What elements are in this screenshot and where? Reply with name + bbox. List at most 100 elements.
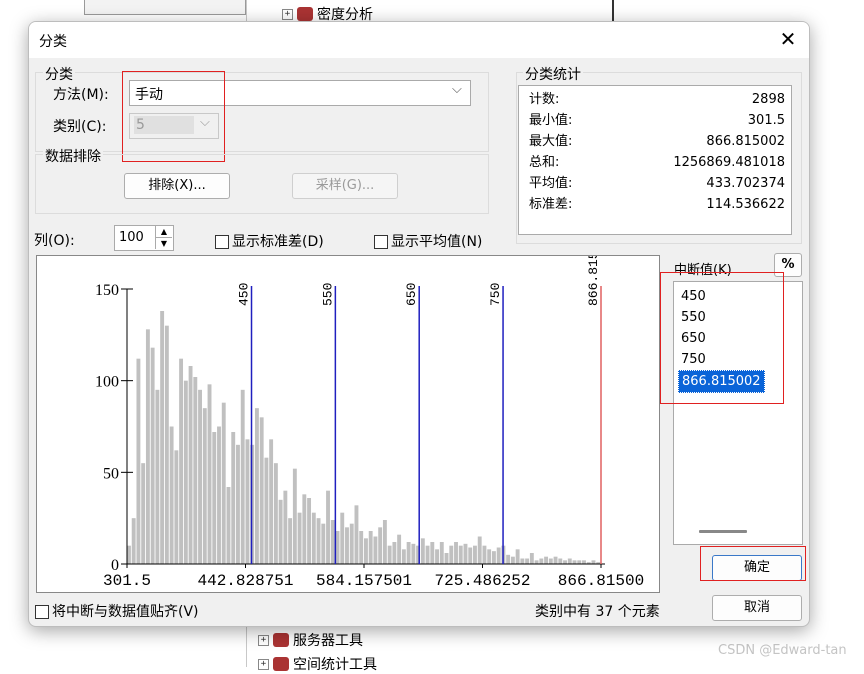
break-item[interactable]: 750 [678,349,706,370]
histogram-bar [273,463,278,564]
classification-dialog: 分类 ✕ 分类 方法(M): 手动 ⌵ 类别(C): 5 ⌵ 数据排除 排除(X… [28,21,810,627]
histogram-bar [368,531,373,564]
histogram-chart[interactable]: 050100150301.5 442.828751 584.157501 725.48… [37,256,659,592]
x-tick-label: 584.157501 [316,572,412,590]
histogram-bar [382,520,387,564]
stat-value: 1256869.481018 [673,155,785,170]
stat-row: 计数: 2898 [529,89,785,110]
columns-value: 100 [119,230,144,245]
histogram-bar [297,512,302,564]
histogram-bar [468,547,473,564]
histogram-bar [406,542,411,564]
histogram-bar [473,545,477,564]
break-item[interactable]: 650 [678,328,706,349]
stat-name: 标准差: [529,197,573,212]
histogram-bar [525,558,530,564]
break-line-label: 650 [404,283,419,306]
break-line-label: 866.815002 [586,256,601,306]
expand-icon[interactable]: + [258,658,269,670]
scrollbar-thumb[interactable] [699,530,747,533]
stat-row: 标准差: 114.536622 [529,194,785,215]
checkbox-box[interactable] [374,235,388,249]
snap-checkbox[interactable]: 将中断与数据值贴齐(V) [35,601,199,621]
break-line-label: 750 [488,283,503,306]
x-tick-label: 301.5 [103,572,151,590]
stat-row: 平均值: 433.702374 [529,173,785,194]
spin-up-icon[interactable]: ▲ [155,226,172,238]
histogram-bar [572,560,577,564]
histogram-bar [387,545,392,564]
show-mean-checkbox[interactable]: 显示平均值(N) [374,231,482,251]
histogram-bar [548,558,553,564]
show-std-checkbox[interactable]: 显示标准差(D) [215,231,324,251]
classes-select[interactable]: 5 ⌵ [129,113,219,139]
close-button[interactable]: ✕ [777,28,799,50]
stat-value: 433.702374 [706,176,785,191]
histogram-bar [491,551,496,564]
break-item[interactable]: 866.815002 [678,370,765,393]
footer-suffix: 个元素 [617,604,660,620]
histogram-bar [150,347,155,564]
histogram-bar [283,490,288,564]
histogram-bar [510,556,515,564]
histogram-bar [482,545,487,564]
stat-name: 计数: [529,92,560,107]
spin-down-icon[interactable]: ▼ [155,238,172,249]
breaks-list[interactable]: 450 550 650 750 866.815002 [673,281,803,545]
expand-icon[interactable]: + [282,8,293,20]
expand-icon[interactable]: + [258,634,269,646]
exclusion-group [35,154,489,214]
histogram-bar [174,450,179,564]
tree-item-server[interactable]: + 服务器工具 [258,630,363,650]
histogram-bar [582,560,586,564]
stat-name: 最大值: [529,134,573,149]
percent-button[interactable]: % [774,253,802,277]
dialog-title: 分类 [39,34,67,50]
histogram-bar [439,542,444,564]
method-select[interactable]: 手动 ⌵ [129,80,471,106]
break-item[interactable]: 550 [678,307,706,328]
classes-value: 5 [136,117,145,133]
histogram-bar [179,358,184,564]
title-bar: 分类 ✕ [29,22,809,58]
histogram-bar [544,556,549,564]
columns-spinner[interactable]: 100 ▲ ▼ [114,225,174,251]
stat-value: 866.815002 [706,134,785,149]
x-tick-label: 442.828751 [197,572,293,590]
histogram-bar [226,487,231,564]
checkbox-box[interactable] [35,605,49,619]
histogram-bar [259,417,264,564]
histogram-bar [202,408,207,564]
close-icon: ✕ [779,27,797,51]
histogram-bar [435,549,439,564]
exclusion-group-label: 数据排除 [43,146,103,166]
break-item[interactable]: 450 [678,286,706,307]
histogram-bar [231,432,236,564]
y-tick-label: 150 [95,282,119,299]
histogram-bar [563,560,567,564]
cancel-button[interactable]: 取消 [712,595,802,621]
histogram-bar [425,545,430,564]
histogram-panel[interactable]: 0 50 100 150 301.5 442.828751 584.157501 725.48… [36,255,660,593]
tree-item-label: 服务器工具 [293,633,363,649]
tree-item-spatial-stats[interactable]: + 空间统计工具 [258,654,377,674]
ok-button[interactable]: 确定 [712,555,802,581]
histogram-bar [292,468,297,564]
exclude-button[interactable]: 排除(X)... [124,173,230,199]
background-side-strip [0,0,28,667]
histogram-bar [354,505,359,564]
histogram-bar [236,444,240,564]
histogram-bar [330,520,335,564]
histogram-bar [141,463,146,564]
histogram-bar [131,518,136,564]
checkbox-box[interactable] [215,235,229,249]
histogram-bar [340,512,345,564]
histogram-bar [449,545,454,564]
breaks-label: 中断值(K) [674,263,732,278]
chevron-down-icon: ⌵ [452,82,462,97]
sample-button[interactable]: 采样(G)... [292,173,398,199]
histogram-bar [207,384,212,564]
histogram-bar [160,311,165,564]
histogram-bar [458,545,463,564]
y-tick-label: 100 [95,374,119,391]
